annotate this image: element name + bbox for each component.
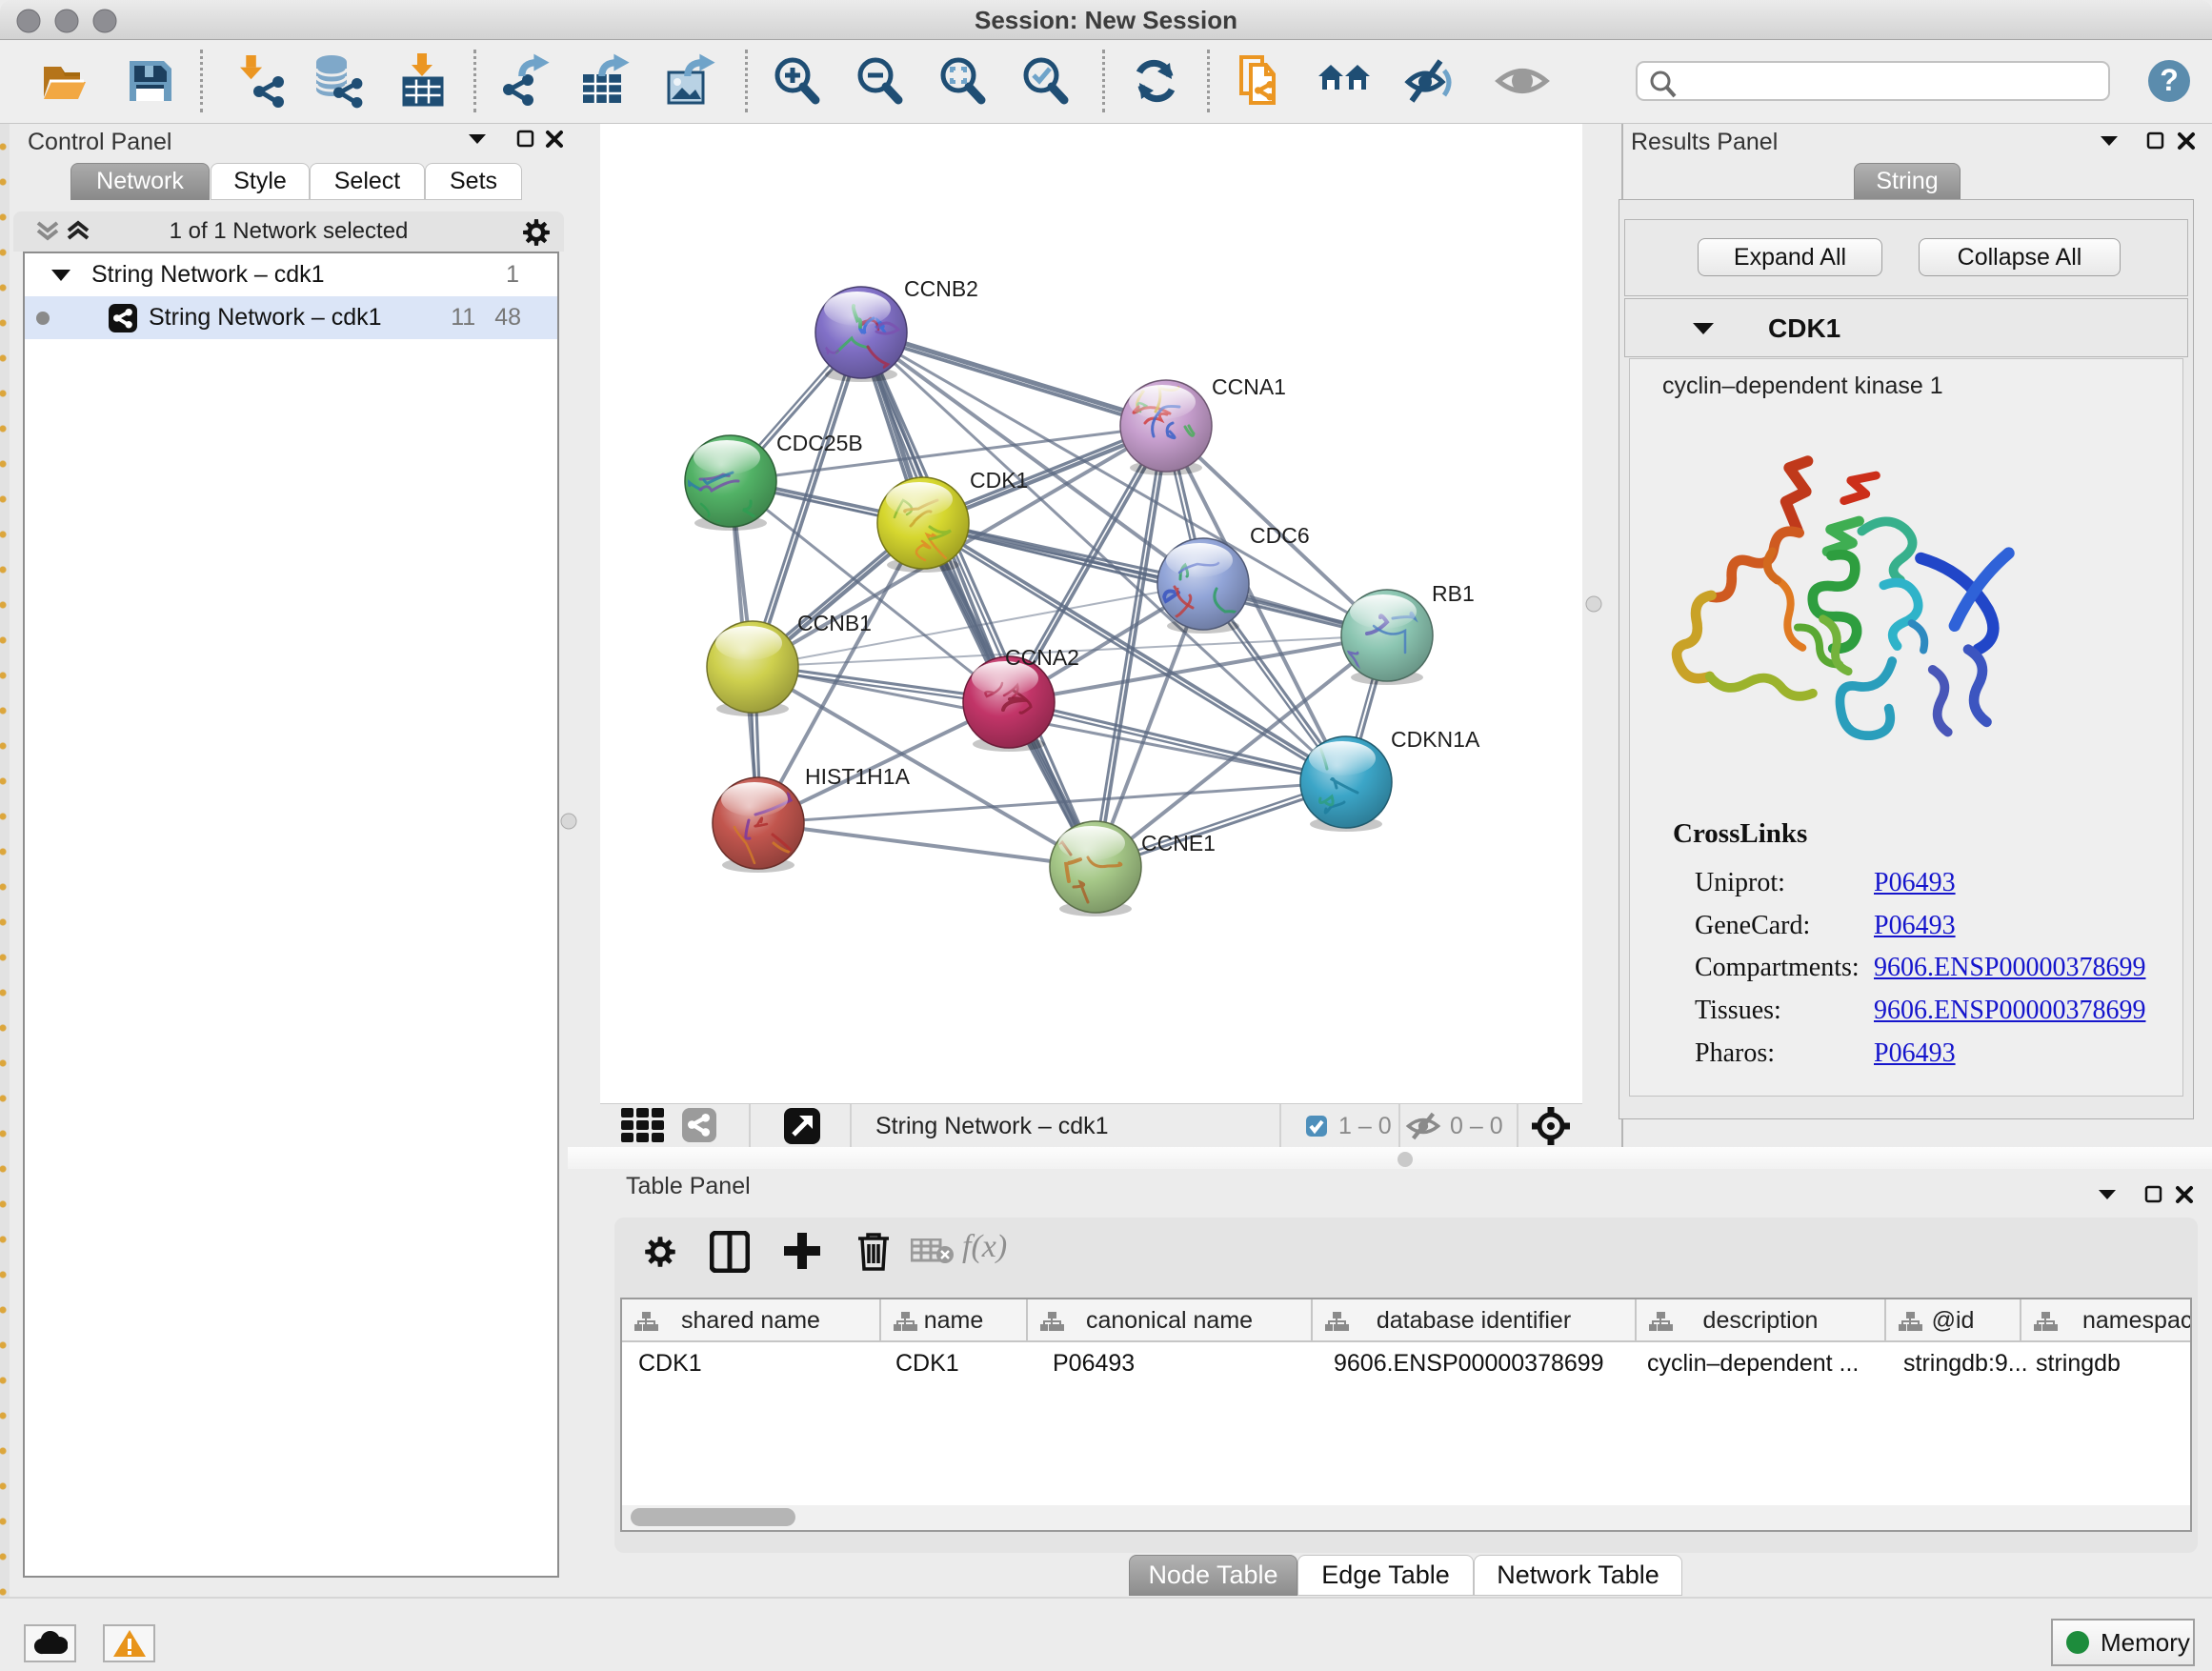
- svg-text:CDK1: CDK1: [970, 468, 1028, 493]
- svg-text:CCNB1: CCNB1: [797, 611, 872, 635]
- svg-text:CCNE1: CCNE1: [1141, 831, 1216, 856]
- svg-text:RB1: RB1: [1432, 581, 1475, 606]
- svg-text:CDKN1A: CDKN1A: [1391, 727, 1480, 752]
- svg-text:CDC6: CDC6: [1250, 523, 1310, 548]
- svg-text:CDC25B: CDC25B: [776, 431, 863, 455]
- svg-text:CCNB2: CCNB2: [904, 276, 978, 301]
- svg-text:CCNA1: CCNA1: [1212, 374, 1286, 399]
- svg-text:CCNA2: CCNA2: [1005, 645, 1079, 670]
- svg-text:HIST1H1A: HIST1H1A: [805, 764, 911, 789]
- svg-text:?: ?: [2160, 63, 2179, 97]
